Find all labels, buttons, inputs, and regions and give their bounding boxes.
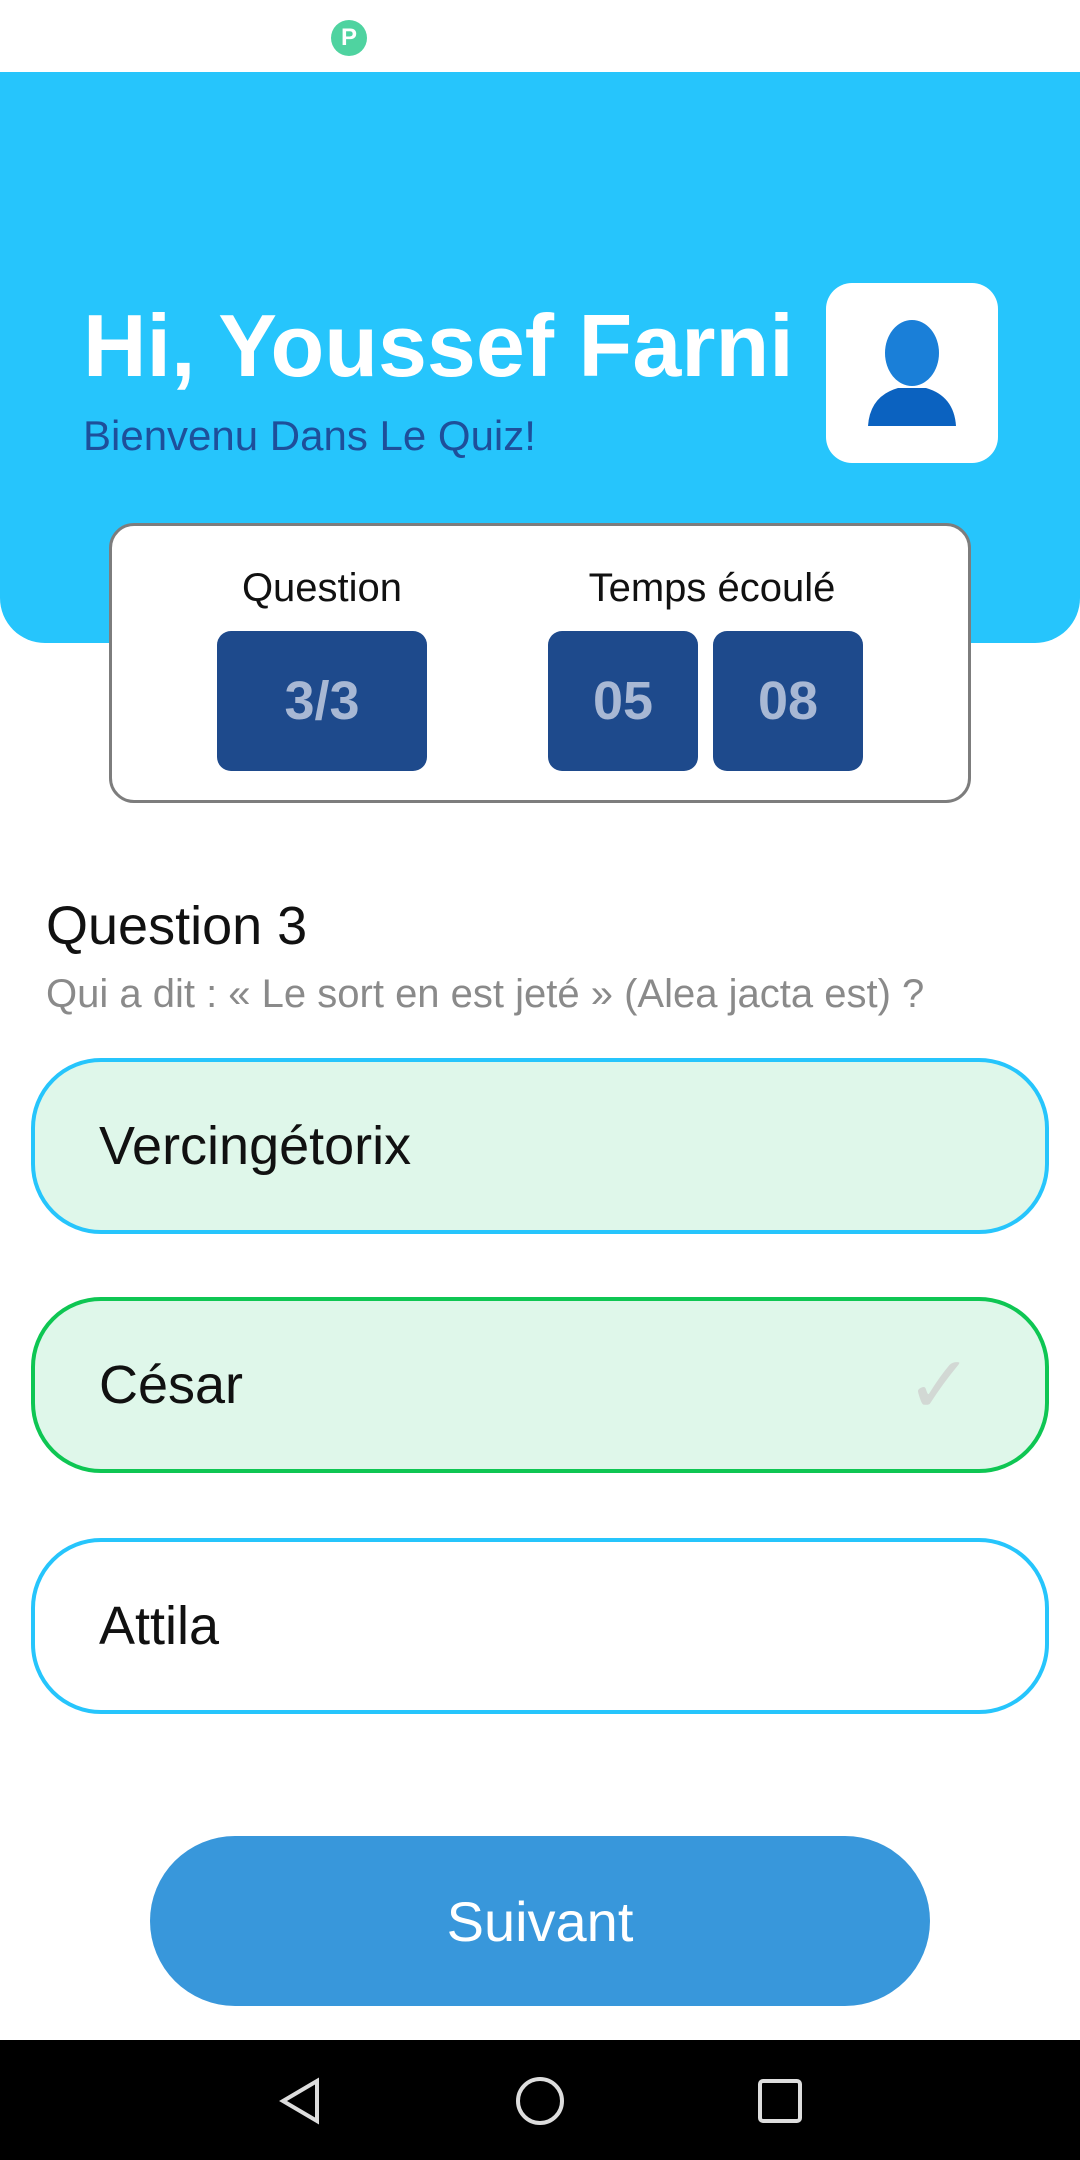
timer-minutes: 05 [548,631,698,771]
recents-icon[interactable] [755,2076,805,2131]
answer-option-correct[interactable]: César ✓ [31,1297,1049,1473]
time-label: Temps écoulé [588,566,836,610]
welcome-subtitle: Bienvenu Dans Le Quiz! [83,412,536,459]
checkmark-icon: ✓ [905,1340,973,1430]
home-icon[interactable] [515,2076,565,2131]
option-label: César [99,1355,244,1415]
profile-avatar[interactable] [826,283,998,463]
question-heading: Question 3 [46,896,308,956]
user-icon [868,320,956,426]
back-icon[interactable] [275,2076,325,2131]
answer-option[interactable]: Attila [31,1538,1049,1714]
question-counter: 3/3 [217,631,427,771]
option-label: Attila [99,1596,220,1656]
greeting-title: Hi, Youssef Farni [83,296,794,395]
option-label: Vercingétorix [99,1116,412,1176]
navigation-bar [0,2040,1080,2160]
stats-card: Question Temps écoulé 3/3 05 08 [109,523,971,803]
app-notification-icon: P [331,20,367,56]
question-text: Qui a dit : « Le sort en est jeté » (Ale… [46,972,925,1016]
next-button[interactable]: Suivant [150,1836,930,2006]
question-label: Question [241,566,403,610]
answer-option[interactable]: Vercingétorix [31,1058,1049,1234]
timer-seconds: 08 [713,631,863,771]
status-bar: P [0,0,1080,72]
